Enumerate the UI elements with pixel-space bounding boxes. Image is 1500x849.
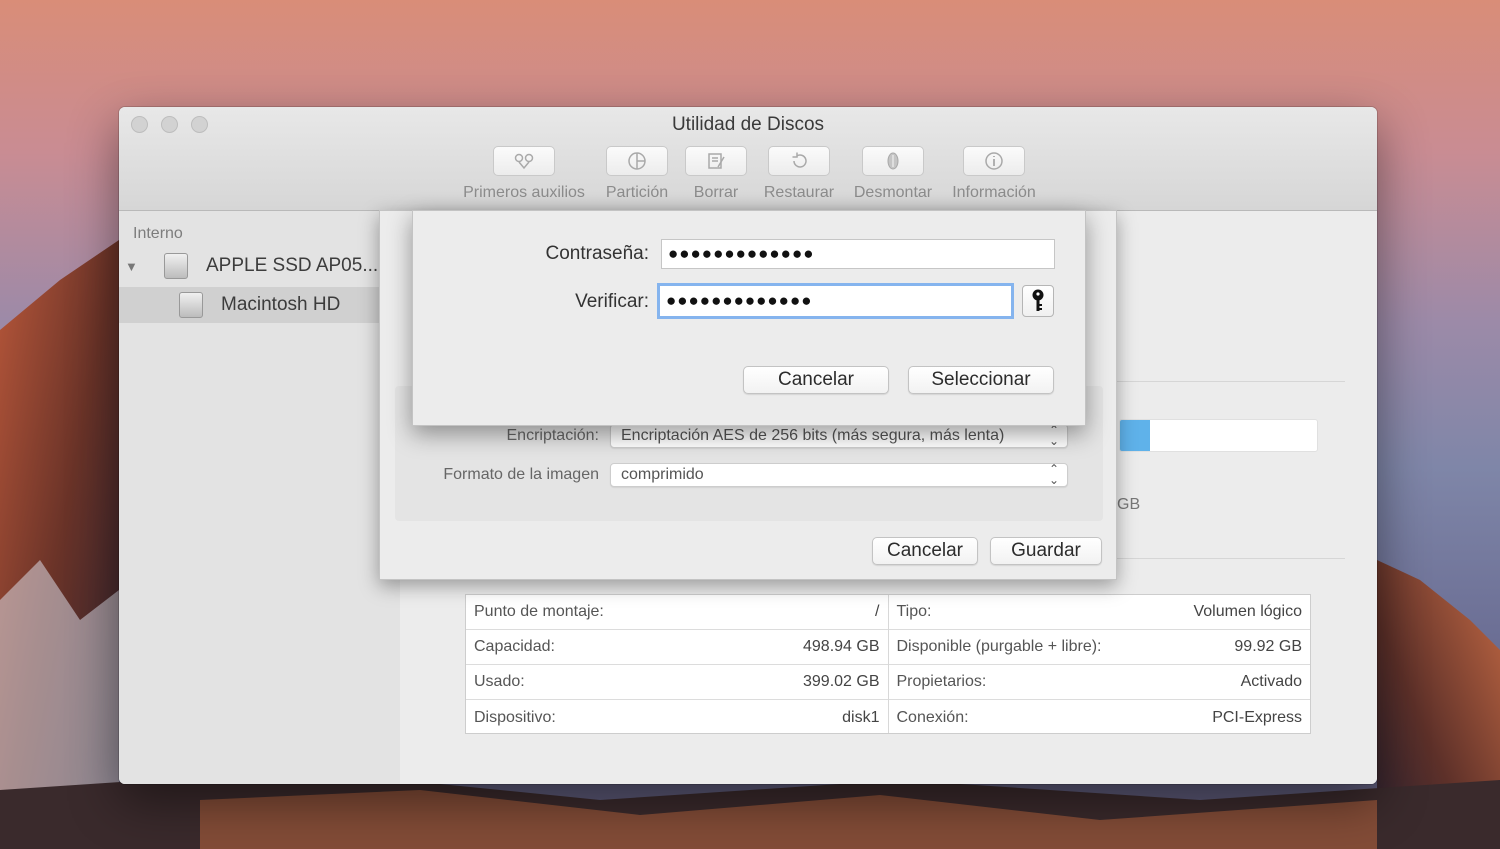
toolbar-unmount-label: Desmontar [853, 184, 933, 201]
password-assistant-button[interactable] [1022, 285, 1054, 317]
info-row: Disponible (purgable + libre): 99.92 GB [888, 630, 1310, 665]
info-row: Usado: 399.02 GB [466, 665, 888, 700]
toolbar-partition-label: Partición [605, 184, 669, 201]
image-format-select-value: comprimido [621, 466, 704, 483]
sidebar-item-disk[interactable]: ▼ APPLE SSD AP05... [119, 248, 400, 284]
save-button[interactable]: Guardar [990, 537, 1102, 565]
encryption-select-value: Encriptación AES de 256 bits (más segura… [621, 427, 1005, 444]
info-row: Tipo: Volumen lógico [888, 595, 1310, 630]
toolbar-first-aid[interactable]: Primeros auxilios [457, 146, 591, 202]
info-table: Punto de montaje: / Capacidad: 498.94 GB U… [465, 594, 1311, 734]
info-col-left: Punto de montaje: / Capacidad: 498.94 GB U… [466, 595, 888, 733]
toolbar-info[interactable]: Información [948, 146, 1040, 202]
toolbar-unmount[interactable]: Desmontar [849, 146, 937, 202]
sidebar-disk-label: APPLE SSD AP05... [206, 255, 379, 276]
restore-icon [768, 146, 830, 176]
cancel-button[interactable]: Cancelar [872, 537, 978, 565]
toolbar-erase[interactable]: Borrar [685, 146, 747, 202]
titlebar: Utilidad de Discos Primeros auxilios Par… [119, 107, 1377, 211]
key-icon [1032, 289, 1044, 311]
disclosure-triangle-icon[interactable]: ▼ [125, 259, 139, 274]
sidebar-section-internal: Interno [133, 225, 183, 242]
stethoscope-icon [493, 146, 555, 176]
cancel-button[interactable]: Cancelar [743, 366, 889, 394]
chevron-updown-icon: ⌃ ⌄ [1048, 462, 1059, 487]
chevron-updown-icon: ⌃ ⌄ [1048, 423, 1059, 448]
info-row: Conexión: PCI-Express [896, 708, 1303, 726]
sidebar-item-volume[interactable]: Macintosh HD [119, 287, 400, 323]
password-dialog: Contraseña: ●●●●●●●●●●●●● Verificar: ●●●… [412, 210, 1086, 426]
verify-field[interactable]: ●●●●●●●●●●●●● [657, 283, 1014, 319]
toolbar-restore-label: Restaurar [763, 184, 835, 201]
volume-icon [179, 292, 203, 318]
encryption-select[interactable]: Encriptación AES de 256 bits (más segura… [610, 424, 1068, 448]
info-row: Capacidad: 498.94 GB [466, 630, 888, 665]
divider [1115, 558, 1345, 559]
toolbar-first-aid-label: Primeros auxilios [463, 184, 585, 201]
partition-icon [606, 146, 668, 176]
info-icon [963, 146, 1025, 176]
hard-disk-icon [164, 253, 188, 279]
toolbar-restore[interactable]: Restaurar [759, 146, 839, 202]
password-label: Contraseña: [545, 243, 649, 264]
usage-bar [1119, 419, 1318, 452]
toolbar-info-label: Información [952, 184, 1036, 201]
toolbar-erase-label: Borrar [693, 184, 739, 201]
image-format-select[interactable]: comprimido ⌃ ⌄ [610, 463, 1068, 487]
encryption-label: Encriptación: [506, 427, 600, 444]
unmount-icon [862, 146, 924, 176]
usage-bar-fill [1120, 420, 1150, 451]
window-title: Utilidad de Discos [671, 114, 825, 135]
password-field[interactable]: ●●●●●●●●●●●●● [661, 239, 1055, 269]
verify-label: Verificar: [575, 291, 649, 312]
sidebar: Interno ▼ APPLE SSD AP05... Macintosh HD [119, 211, 401, 784]
info-row: Dispositivo: disk1 [474, 708, 880, 726]
format-label: Formato de la imagen [443, 466, 599, 483]
divider [1115, 381, 1345, 382]
sidebar-volume-label: Macintosh HD [221, 294, 341, 315]
select-button[interactable]: Seleccionar [908, 366, 1054, 394]
erase-icon [685, 146, 747, 176]
info-row: Propietarios: Activado [888, 665, 1310, 700]
usage-size-fragment: GB [1117, 496, 1141, 513]
toolbar-partition[interactable]: Partición [598, 146, 676, 202]
info-col-right: Tipo: Volumen lógico Disponible (purgable… [887, 595, 1310, 733]
info-row: Punto de montaje: / [466, 595, 888, 630]
